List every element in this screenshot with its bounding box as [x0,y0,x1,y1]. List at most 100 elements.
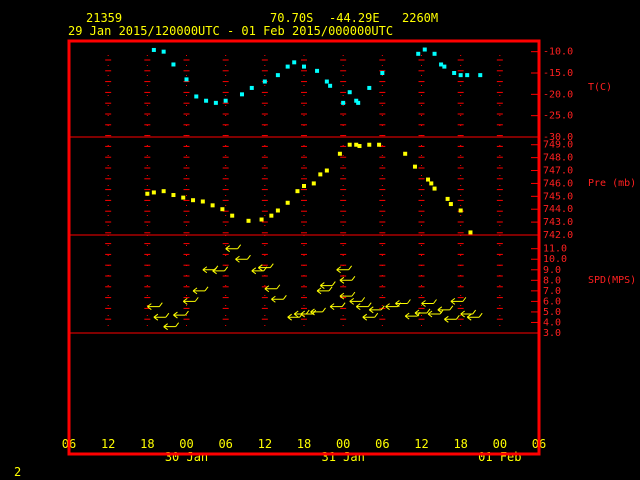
data-point [223,98,228,103]
data-point [426,177,431,182]
wind-barb [316,286,333,295]
y-tick-label: 6.0 [543,296,561,307]
x-tick-label: 00 [336,437,350,451]
data-point [285,200,290,205]
data-point [422,47,427,52]
data-point [367,85,372,90]
data-point [275,208,280,213]
data-point [432,186,437,191]
wind-barb [444,315,460,323]
data-point [171,193,176,198]
data-point [230,213,235,218]
data-point [324,168,329,173]
x-tick-label: 06 [218,437,232,451]
station-id: 21359 [86,11,122,25]
wind-barb [368,305,385,314]
data-point [249,85,254,90]
x-tick-label: 18 [140,437,154,451]
y-tick-label: 5.0 [543,307,561,318]
data-point [416,51,421,56]
x-tick-label: 12 [258,437,272,451]
panel-name: SPD(MPS) [588,275,636,286]
x-date-label: 30 Jan [165,450,208,464]
x-tick-label: 12 [101,437,115,451]
data-point [367,142,372,147]
wind-barb [271,294,287,303]
data-point [191,198,196,203]
data-point [377,142,382,147]
data-point [432,51,437,56]
data-point [315,68,320,73]
marks-layer [145,47,483,331]
data-point [347,90,352,95]
wind-barb [355,302,372,311]
data-point [171,62,176,67]
data-point [145,191,150,196]
data-point [210,203,215,208]
panel-name: T(C) [588,82,612,93]
y-tick-label: 743.0 [543,217,573,228]
wind-barb [173,310,189,319]
data-point [259,217,264,222]
wind-barb [427,309,444,318]
wind-barb [163,322,180,331]
wind-barb [339,276,356,284]
wind-barb [235,254,251,263]
wind-barb [320,281,336,289]
y-tick-label: -10.0 [543,47,573,58]
period-label: 29 Jan 2015/120000UTC - 01 Feb 2015/0000… [68,24,393,38]
data-point [246,218,251,223]
data-point [324,79,329,84]
data-point [380,71,385,75]
data-point [262,79,267,84]
data-point [468,230,473,235]
grid-layer [69,55,539,334]
wind-barb [147,302,163,311]
panel-name: Pre (mb) [588,178,636,189]
y-tick-label: 10.0 [543,254,567,265]
x-tick-label: 06 [375,437,389,451]
y-tick-label: -25.0 [543,111,573,122]
data-point [275,73,280,78]
wind-barb [450,297,467,305]
data-point [295,189,300,194]
y-tick-label: 748.0 [543,153,573,164]
wind-barb [339,291,356,300]
data-point [356,100,361,105]
wind-barb [421,299,437,307]
data-point [302,64,306,69]
data-point [429,181,434,186]
data-point [200,199,205,204]
data-point [412,164,417,169]
wind-barb [225,244,242,253]
y-tick-label: 747.0 [543,166,573,177]
x-date-label: 01 Feb [478,450,521,464]
wind-barb [437,305,454,314]
wind-barb [310,307,326,316]
x-tick-label: 18 [297,437,311,451]
chart-svg: 21359 70.70S -44.29E 2260M 29 Jan 2015/1… [14,11,636,479]
data-point [181,195,186,200]
data-point [452,71,457,75]
data-point [161,189,166,194]
data-point [302,184,306,188]
data-point [269,213,274,218]
y-tick-label: 744.0 [543,204,573,215]
data-point [318,172,323,177]
wind-barb [336,265,353,274]
x-tick-label: 00 [493,437,507,451]
data-point [337,151,342,156]
data-point [292,60,297,65]
wind-barb [395,299,411,307]
y-tick-label: 11.0 [543,244,567,255]
y-tick-label: -15.0 [543,68,573,79]
y-tick-label: 746.0 [543,178,573,189]
panels-layer: -10.0-15.0-20.0-25.0-30.0T(C)749.0748.07… [531,47,636,339]
wind-barb [264,284,281,293]
y-tick-label: 749.0 [543,140,573,151]
data-point [328,83,333,88]
x-tick-label: 18 [453,437,467,451]
x-date-label: 31 Jan [321,450,364,464]
data-point [347,142,352,147]
wind-barb [182,297,199,305]
